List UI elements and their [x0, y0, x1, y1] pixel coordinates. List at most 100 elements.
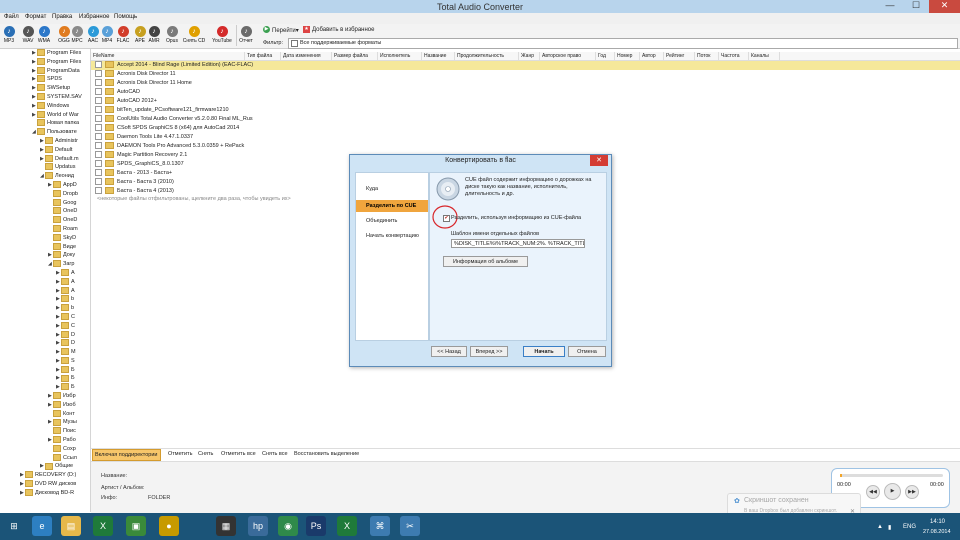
nav-split-cue[interactable]: Разделить по CUE	[356, 200, 428, 212]
tree-item[interactable]: Сохр	[0, 444, 90, 454]
column-header-cell[interactable]: Название	[422, 52, 455, 60]
tree-item[interactable]: SkyD	[0, 233, 90, 243]
file-checkbox[interactable]	[95, 70, 102, 78]
cancel-button[interactable]: Отмена	[568, 346, 606, 357]
tree-item[interactable]: ▶ Доку	[0, 251, 90, 260]
menu-help[interactable]: Помощь	[114, 14, 137, 20]
tree-item[interactable]: ◢ Загр	[0, 260, 90, 269]
file-checkbox[interactable]	[95, 178, 102, 186]
tree-item[interactable]: ▶ Общие	[0, 462, 90, 471]
tray-chevron-icon[interactable]: ▲	[877, 524, 883, 530]
format-button-7[interactable]: ♪ FLAC	[114, 25, 132, 48]
tree-item[interactable]: ▶ A	[0, 268, 90, 278]
column-header-cell[interactable]: Тип файла	[245, 52, 281, 60]
file-checkbox[interactable]	[95, 169, 102, 177]
playback-progress[interactable]	[840, 474, 943, 477]
dialog-close-button[interactable]: ✕	[590, 155, 608, 166]
tree-item[interactable]: ▶ SYSTEM.SAV	[0, 93, 90, 102]
file-row[interactable]: CSoft SPDS GraphiCS 8 (x64) для AutoCad …	[91, 124, 960, 133]
format-button-10[interactable]: ♪ Opus	[163, 25, 181, 48]
excel2-icon[interactable]: X	[337, 516, 357, 536]
tree-item[interactable]: ▶ ProgramData	[0, 66, 90, 76]
tray-lang[interactable]: ENG	[903, 524, 916, 530]
file-checkbox[interactable]	[95, 115, 102, 123]
back-button[interactable]: << Назад	[431, 346, 467, 357]
tree-item[interactable]: ▶ Default	[0, 145, 90, 155]
play-icon[interactable]: ▶	[884, 483, 901, 500]
tree-item[interactable]: Конт	[0, 409, 90, 419]
minimize-button[interactable]: —	[877, 0, 903, 13]
check-all-button[interactable]: Отметить все	[219, 449, 258, 459]
tree-item[interactable]: ▶ World of War	[0, 110, 90, 120]
menu-favorites[interactable]: Избранное	[79, 14, 109, 20]
file-row[interactable]: bitTen_update_PCsoftware121_firmware1210	[91, 106, 960, 115]
file-checkbox[interactable]	[95, 142, 102, 150]
file-row[interactable]: AutoCAD	[91, 88, 960, 97]
uncheck-all-button[interactable]: Снять все	[260, 449, 290, 459]
tree-item[interactable]: ▶ Избр	[0, 392, 90, 401]
file-checkbox[interactable]	[95, 124, 102, 132]
forward-icon[interactable]: ▶▶	[905, 485, 919, 499]
format-button-0[interactable]: ♪ MP3	[0, 25, 18, 48]
media-icon[interactable]: ●	[159, 516, 179, 536]
tree-item[interactable]: ▶ Дисковод BD-R	[0, 488, 90, 498]
filter-checkbox[interactable]	[291, 40, 298, 47]
next-button[interactable]: Вперед >>	[470, 346, 508, 357]
file-checkbox[interactable]	[95, 61, 102, 69]
column-header-cell[interactable]: Исполнитель	[378, 52, 422, 60]
store-icon[interactable]: ▣	[126, 516, 146, 536]
file-checkbox[interactable]	[95, 97, 102, 105]
tree-item[interactable]: ▶ S	[0, 356, 90, 366]
file-row[interactable]: AutoCAD 2012+	[91, 97, 960, 106]
tree-item[interactable]: ▶ Музы	[0, 418, 90, 427]
tree-item[interactable]: OneD	[0, 207, 90, 216]
uncheck-button[interactable]: Снять	[196, 449, 215, 459]
tree-item[interactable]: ▶ M	[0, 348, 90, 357]
tree-item[interactable]: ▶ C	[0, 312, 90, 322]
tree-item[interactable]: ▶ D	[0, 339, 90, 348]
menu-format[interactable]: Формат	[25, 14, 46, 20]
column-header-cell[interactable]: Частота	[719, 52, 749, 60]
ie-icon[interactable]: e	[32, 516, 52, 536]
tray-date[interactable]: 27.08.2014	[923, 529, 951, 535]
tree-item[interactable]: ▶ Default.m	[0, 154, 90, 164]
format-button-2[interactable]: ♪ WMA	[35, 25, 53, 48]
tree-item[interactable]: Goog	[0, 198, 90, 208]
filtered-note[interactable]: <некоторые файлы отфильтрованы, щелкните…	[97, 196, 291, 202]
album-info-button[interactable]: Информация об альбоме	[443, 256, 528, 267]
file-checkbox[interactable]	[95, 106, 102, 114]
column-header-cell[interactable]: FileName	[91, 52, 245, 60]
format-button-9[interactable]: ♪ AMR	[145, 25, 163, 48]
maximize-button[interactable]: ☐	[903, 0, 929, 13]
tree-item[interactable]: ▶ A	[0, 286, 90, 296]
start-icon[interactable]: ⊞	[4, 516, 24, 536]
tree-item[interactable]: ▶ Administr	[0, 137, 90, 146]
restore-selection-button[interactable]: Восстановить выделение	[292, 449, 361, 459]
file-row[interactable]: DAEMON Tools Pro Advanced 5.3.0.0359 + R…	[91, 142, 960, 151]
file-row[interactable]: Accept 2014 - Blind Rage (Limited Editio…	[91, 61, 960, 70]
tree-item[interactable]: ▶ Б	[0, 374, 90, 383]
file-checkbox[interactable]	[95, 151, 102, 159]
close-button[interactable]: ✕	[929, 0, 960, 13]
tree-item[interactable]: ▶ Рабо	[0, 436, 90, 445]
add-favorite-button[interactable]: Добавить в избранное	[312, 27, 374, 33]
format-button-13[interactable]: ♪ Отчет	[237, 25, 255, 48]
tree-item[interactable]: ▶ C	[0, 321, 90, 331]
format-button-11[interactable]: ♪ Снять CD	[182, 25, 206, 48]
column-header-cell[interactable]: Размер файла	[332, 52, 378, 60]
tree-item[interactable]: ▶ Program Files	[0, 49, 90, 58]
column-header-cell[interactable]: Каналы	[749, 52, 780, 60]
tree-item[interactable]: Поис	[0, 427, 90, 436]
file-checkbox[interactable]	[95, 79, 102, 87]
tree-item[interactable]: Ссыл	[0, 453, 90, 463]
tree-item[interactable]: Виде	[0, 242, 90, 252]
file-row[interactable]: CoolUtils Total Audio Converter v5.2.0.8…	[91, 115, 960, 124]
file-row[interactable]: Acronis Disk Director 11	[91, 70, 960, 79]
column-header-cell[interactable]: Продолжительность	[455, 52, 519, 60]
tree-item[interactable]: ▶ AppD	[0, 181, 90, 190]
filter-select[interactable]: Все поддерживаемые форматы	[288, 38, 958, 49]
nav-start[interactable]: Начать конвертацию	[356, 230, 428, 242]
file-checkbox[interactable]	[95, 133, 102, 141]
tree-item[interactable]: Roam	[0, 224, 90, 234]
check-button[interactable]: Отметить	[166, 449, 194, 459]
